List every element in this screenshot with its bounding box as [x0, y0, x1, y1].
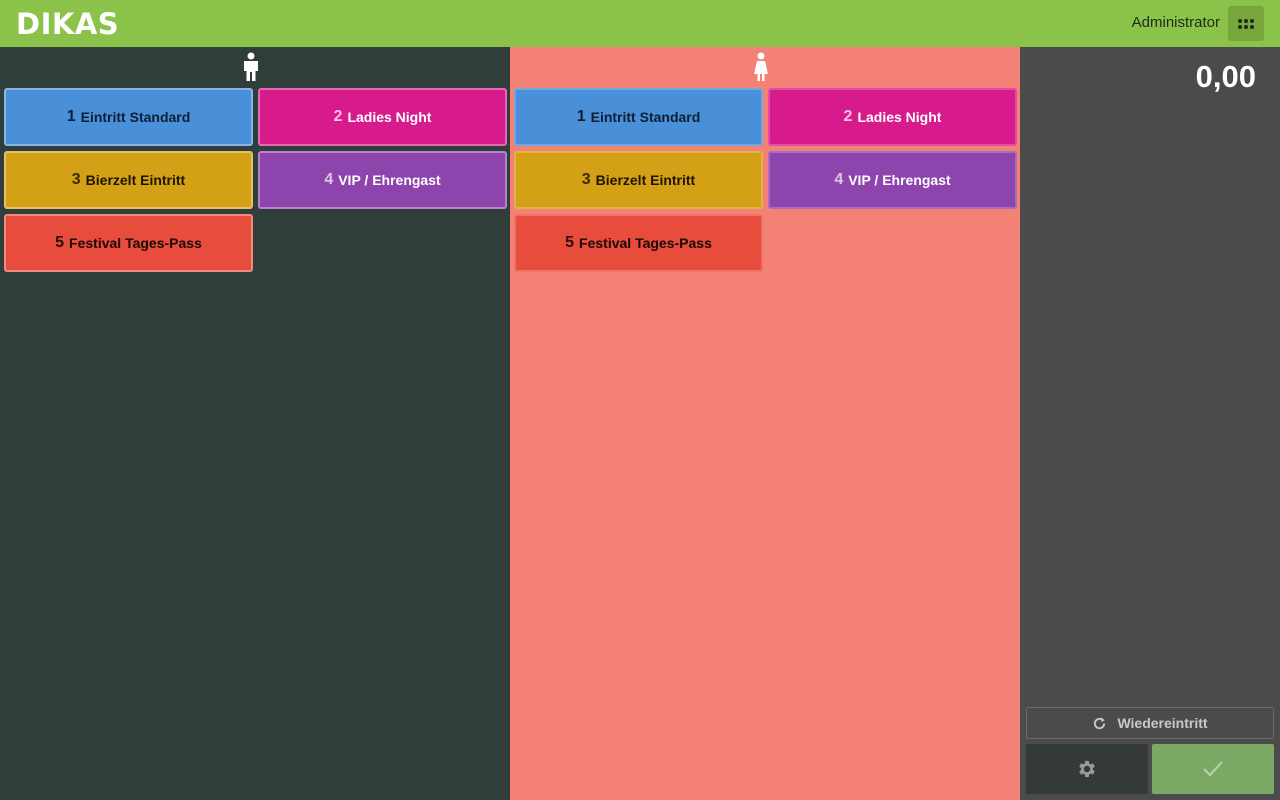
- refresh-icon: [1094, 716, 1106, 729]
- tile-number: 2: [843, 108, 853, 125]
- ticket-tile-female-3[interactable]: 3 Bierzelt Eintritt: [514, 151, 763, 209]
- tile-label: VIP / Ehrengast: [338, 172, 441, 188]
- settings-button[interactable]: [1026, 744, 1148, 794]
- grid-icon: [1238, 18, 1254, 29]
- tile-number: 5: [565, 234, 575, 251]
- tile-label: Bierzelt Eintritt: [595, 172, 696, 188]
- tile-number: 4: [834, 171, 844, 188]
- tile-label: Eintritt Standard: [590, 109, 701, 125]
- tile-number: 4: [324, 171, 334, 188]
- confirm-button[interactable]: [1152, 744, 1274, 794]
- reentry-label: Wiedereintritt: [1117, 715, 1208, 731]
- ticket-tile-female-2[interactable]: 2 Ladies Night: [768, 88, 1017, 146]
- apps-menu-button[interactable]: [1228, 6, 1264, 41]
- tile-number: 3: [71, 171, 81, 188]
- top-bar: DIKAS Administrator: [0, 0, 1280, 47]
- tile-number: 5: [55, 234, 65, 251]
- panel-female: 1 Eintritt Standard 2 Ladies Night 3 Bie…: [510, 47, 1020, 800]
- checkout-sidebar: 0,00 Wiedereintritt: [1020, 47, 1280, 800]
- total-amount: 0,00: [1195, 59, 1256, 94]
- tile-label: Eintritt Standard: [80, 109, 191, 125]
- checkmark-icon: [1203, 761, 1223, 777]
- tile-number: 2: [333, 108, 343, 125]
- tile-label: Ladies Night: [857, 109, 942, 125]
- male-icon: [231, 51, 271, 83]
- tile-label: VIP / Ehrengast: [848, 172, 951, 188]
- ticket-tile-male-1[interactable]: 1 Eintritt Standard: [4, 88, 253, 146]
- tile-number: 3: [581, 171, 591, 188]
- ticket-tile-male-2[interactable]: 2 Ladies Night: [258, 88, 507, 146]
- ticket-tile-female-4[interactable]: 4 VIP / Ehrengast: [768, 151, 1017, 209]
- logo-text: DIKAS: [16, 7, 120, 41]
- tile-label: Bierzelt Eintritt: [85, 172, 186, 188]
- tile-label: Ladies Night: [347, 109, 432, 125]
- dikas-logo: DIKAS: [16, 6, 119, 42]
- reentry-button[interactable]: Wiedereintritt: [1026, 707, 1274, 739]
- gear-icon: [1079, 760, 1095, 778]
- ticket-tile-female-1[interactable]: 1 Eintritt Standard: [514, 88, 763, 146]
- user-name[interactable]: Administrator: [1132, 13, 1220, 33]
- ticket-tile-male-3[interactable]: 3 Bierzelt Eintritt: [4, 151, 253, 209]
- tile-number: 1: [576, 108, 586, 125]
- panel-male: 1 Eintritt Standard 2 Ladies Night 3 Bie…: [0, 47, 510, 800]
- ticket-tile-female-5[interactable]: 5 Festival Tages-Pass: [514, 214, 763, 272]
- ticket-tile-male-4[interactable]: 4 VIP / Ehrengast: [258, 151, 507, 209]
- female-icon: [741, 51, 781, 83]
- tile-number: 1: [66, 108, 76, 125]
- tile-label: Festival Tages-Pass: [69, 235, 202, 251]
- tile-label: Festival Tages-Pass: [579, 235, 712, 251]
- ticket-tile-male-5[interactable]: 5 Festival Tages-Pass: [4, 214, 253, 272]
